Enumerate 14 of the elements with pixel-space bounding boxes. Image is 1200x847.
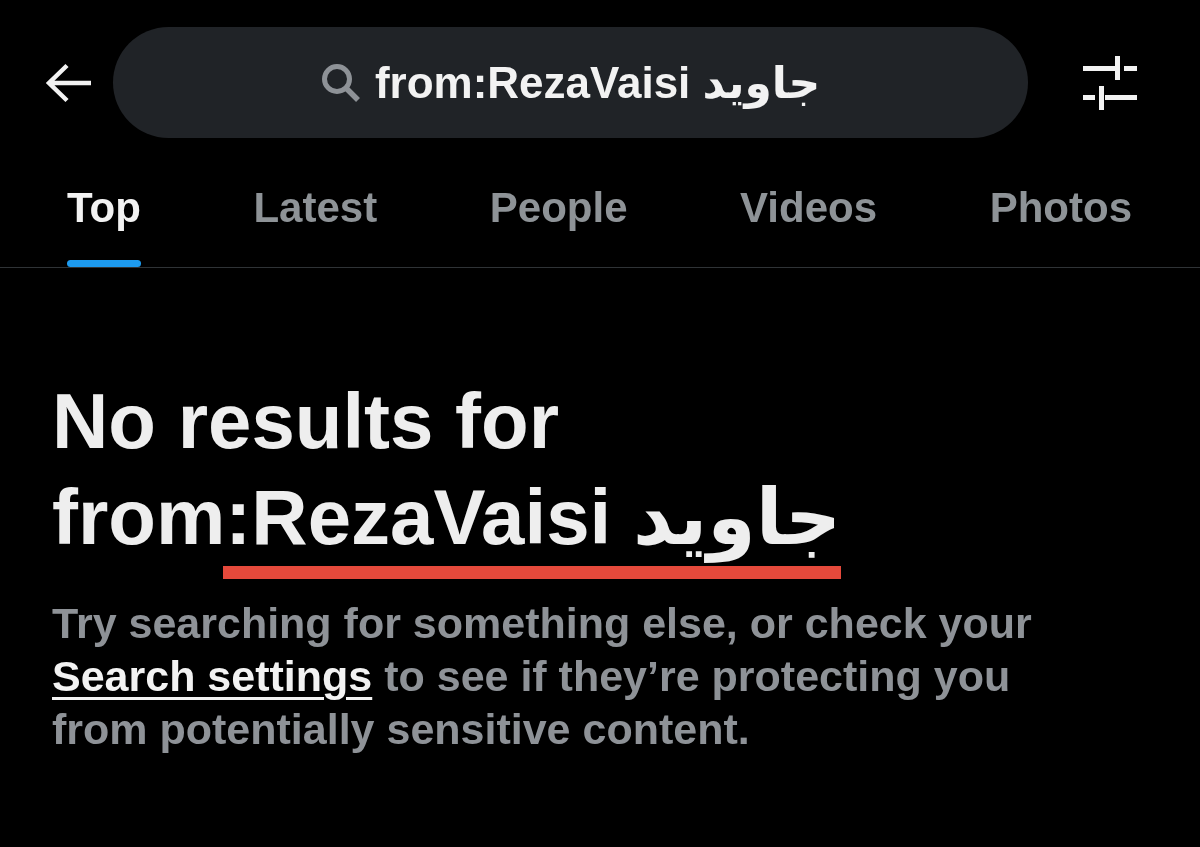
tab[interactable]: Latest bbox=[240, 138, 391, 267]
back-arrow-icon bbox=[45, 62, 93, 103]
no-results-message: Try searching for something else, or check your Search settings to see if they’re protecting you from potentially sensitive content. bbox=[52, 598, 1033, 755]
no-results-heading: No results for from:RezaVaisi جاوید bbox=[52, 376, 843, 565]
tab[interactable]: People bbox=[476, 138, 641, 267]
filter-button[interactable] bbox=[1083, 55, 1137, 110]
back-button[interactable] bbox=[45, 62, 93, 103]
search-field[interactable]: from:RezaVaisi جاوید bbox=[113, 27, 1028, 138]
tab[interactable]: Videos bbox=[727, 138, 891, 267]
sliders-icon bbox=[1083, 55, 1137, 110]
tab[interactable]: Photos bbox=[976, 138, 1145, 267]
search-icon bbox=[320, 62, 361, 103]
tab[interactable]: Top bbox=[54, 138, 154, 267]
search-settings-link[interactable]: Search settings bbox=[52, 652, 373, 700]
